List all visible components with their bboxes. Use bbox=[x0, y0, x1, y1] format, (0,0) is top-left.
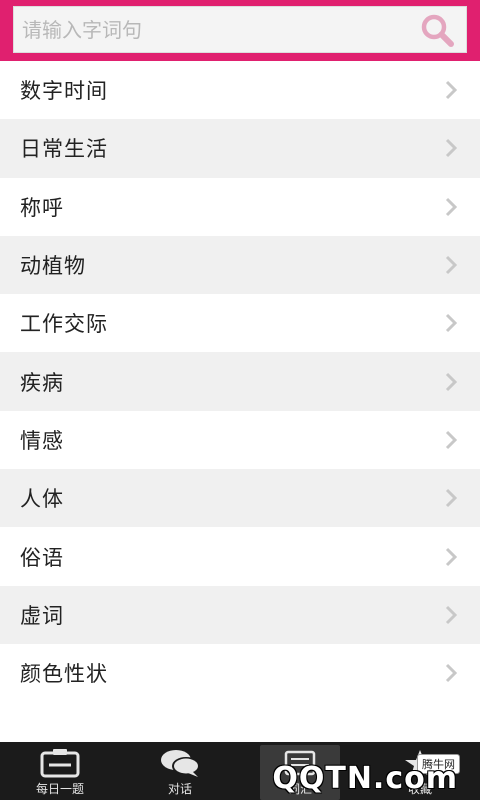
tab-label: 每日一题 bbox=[35, 782, 84, 796]
category-item-animals-plants[interactable]: 动植物 bbox=[0, 235, 480, 295]
category-item-human-body[interactable]: 人体 bbox=[0, 469, 480, 528]
category-label: 情感 bbox=[20, 428, 64, 453]
app-screen: 数字时间 日常生活 称呼 动植物 工作交际 疾病 情感 人体 bbox=[0, 0, 480, 800]
search-bar bbox=[0, 0, 480, 61]
chevron-right-icon bbox=[445, 255, 458, 275]
tab-daily-question[interactable]: 每日一题 bbox=[0, 742, 120, 800]
chevron-right-icon bbox=[445, 664, 458, 683]
chevron-right-icon bbox=[445, 81, 458, 100]
watermark-logo: 腾牛网 QQTN.com bbox=[252, 742, 472, 798]
category-item-daily-life[interactable]: 日常生活 bbox=[0, 119, 480, 178]
category-item-work-social[interactable]: 工作交际 bbox=[0, 294, 480, 352]
category-label: 工作交际 bbox=[20, 312, 108, 337]
category-item-illness[interactable]: 疾病 bbox=[0, 352, 480, 411]
category-label: 虚词 bbox=[20, 603, 64, 628]
tab-dialogue[interactable]: 对话 bbox=[120, 742, 240, 800]
category-item-number-time[interactable]: 数字时间 bbox=[0, 61, 480, 119]
chevron-right-icon bbox=[445, 139, 458, 158]
category-label: 日常生活 bbox=[20, 137, 108, 162]
category-item-address-terms[interactable]: 称呼 bbox=[0, 178, 480, 236]
search-input[interactable] bbox=[22, 7, 412, 52]
category-item-sayings[interactable]: 俗语 bbox=[0, 527, 480, 585]
chevron-right-icon bbox=[445, 372, 458, 391]
category-label: 动植物 bbox=[20, 254, 86, 279]
category-label: 疾病 bbox=[20, 370, 64, 395]
category-label: 称呼 bbox=[20, 195, 64, 220]
chevron-right-icon bbox=[445, 605, 458, 624]
category-label: 颜色性状 bbox=[20, 662, 108, 687]
chat-bubbles-icon bbox=[161, 750, 200, 777]
tab-label: 对话 bbox=[167, 782, 192, 796]
search-box bbox=[13, 6, 467, 53]
category-label: 人体 bbox=[20, 487, 64, 512]
chevron-right-icon bbox=[445, 314, 458, 333]
category-item-function-words[interactable]: 虚词 bbox=[0, 585, 480, 644]
chevron-right-icon bbox=[445, 547, 458, 566]
calendar-icon bbox=[40, 749, 80, 778]
chevron-right-icon bbox=[445, 197, 458, 216]
chevron-right-icon bbox=[445, 489, 458, 508]
category-item-colors-shapes[interactable]: 颜色性状 bbox=[0, 644, 480, 702]
bottom-tab-bar: 每日一题 对话 词汇 收藏 腾牛网 QQTN.com bbox=[0, 742, 480, 800]
category-label: 数字时间 bbox=[20, 79, 108, 104]
search-icon[interactable] bbox=[420, 13, 454, 47]
watermark-text: QQTN.com bbox=[272, 761, 458, 796]
category-list: 数字时间 日常生活 称呼 动植物 工作交际 疾病 情感 人体 俗语 虚词 颜色性… bbox=[0, 61, 480, 702]
category-item-emotions[interactable]: 情感 bbox=[0, 411, 480, 469]
chevron-right-icon bbox=[445, 430, 458, 449]
category-label: 俗语 bbox=[20, 545, 64, 570]
